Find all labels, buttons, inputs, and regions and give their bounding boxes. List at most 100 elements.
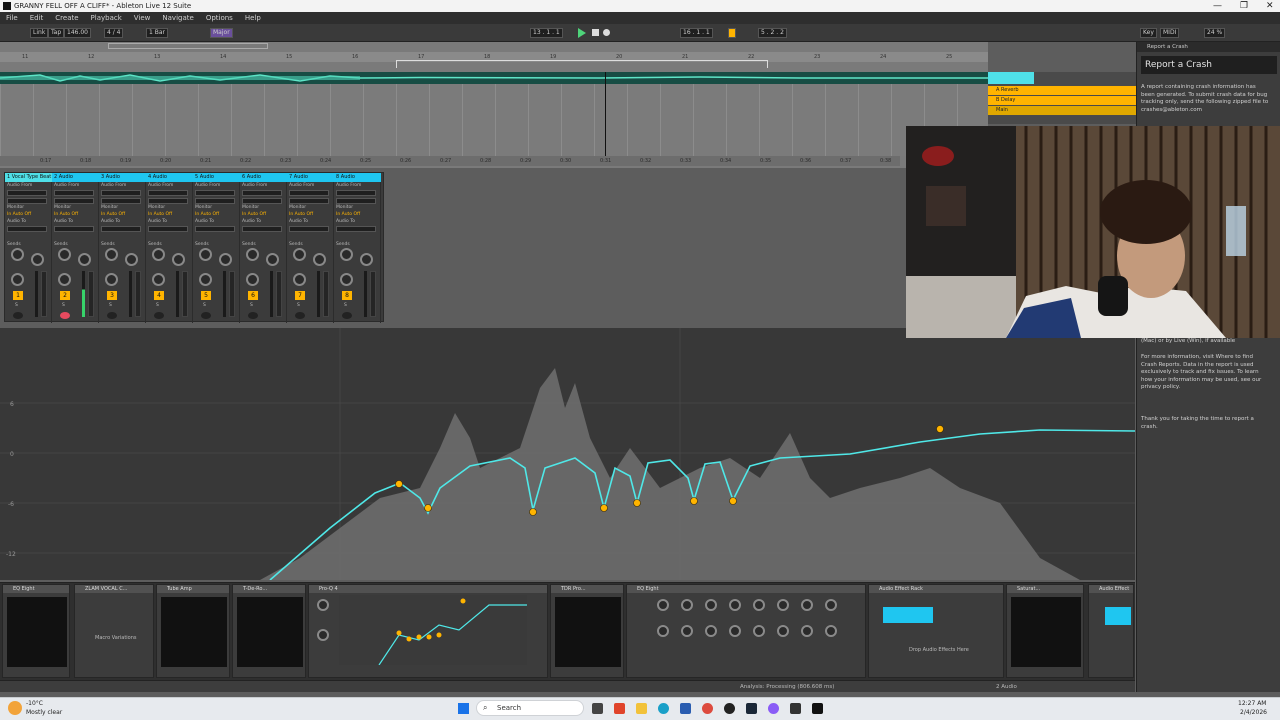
track-activator-button[interactable]: 1 xyxy=(13,291,23,300)
send-a-knob[interactable] xyxy=(293,248,306,261)
volume-fader[interactable] xyxy=(229,271,235,317)
time-ruler[interactable]: 0:17 0:18 0:19 0:20 0:21 0:22 0:23 0:24 … xyxy=(0,156,900,166)
send-a-knob[interactable] xyxy=(105,248,118,261)
send-a-knob[interactable] xyxy=(11,248,24,261)
knob[interactable] xyxy=(801,625,813,637)
loop-toggle-icon[interactable] xyxy=(728,28,736,38)
arrangement-overview[interactable] xyxy=(108,43,268,49)
device-audio-effect[interactable]: Audio Effect xyxy=(1088,584,1134,678)
search-box[interactable]: ⌕ Search xyxy=(476,700,584,716)
menu-edit[interactable]: Edit xyxy=(30,12,44,24)
pan-knob[interactable] xyxy=(152,273,165,286)
eq-band-handle[interactable] xyxy=(424,504,432,512)
pan-knob[interactable] xyxy=(105,273,118,286)
pan-knob[interactable] xyxy=(11,273,24,286)
send-a-knob[interactable] xyxy=(340,248,353,261)
track-activator-button[interactable]: 5 xyxy=(201,291,211,300)
track-name[interactable]: 1 Vocal Type Beat xyxy=(5,173,52,182)
midi-map-button[interactable]: MIDI xyxy=(1160,28,1180,38)
knob[interactable] xyxy=(753,625,765,637)
weather-icon[interactable] xyxy=(8,701,22,715)
edge-icon[interactable] xyxy=(658,703,669,714)
app-icon[interactable] xyxy=(790,703,801,714)
eq-curve-display[interactable]: 6 0 -6 -12 xyxy=(0,328,1135,580)
mixer-strip[interactable]: 1 Vocal Type Beat Audio From Monitor In Aut… xyxy=(5,173,52,323)
audio-to-select[interactable] xyxy=(101,226,141,232)
menu-create[interactable]: Create xyxy=(55,12,78,24)
input-channel-select[interactable] xyxy=(195,198,235,204)
audio-to-select[interactable] xyxy=(148,226,188,232)
pan-knob[interactable] xyxy=(246,273,259,286)
audio-to-select[interactable] xyxy=(336,226,376,232)
input-channel-select[interactable] xyxy=(54,198,94,204)
audio-from-select[interactable] xyxy=(7,190,47,196)
tempo-field[interactable]: 146.00 xyxy=(64,28,91,38)
knob[interactable] xyxy=(777,625,789,637)
monitor-buttons[interactable]: In Auto Off xyxy=(54,212,78,217)
monitor-buttons[interactable]: In Auto Off xyxy=(336,212,360,217)
monitor-buttons[interactable]: In Auto Off xyxy=(101,212,125,217)
selected-track-header[interactable] xyxy=(988,72,1034,84)
play-icon[interactable] xyxy=(578,28,586,38)
input-channel-select[interactable] xyxy=(101,198,141,204)
track-activator-button[interactable]: 4 xyxy=(154,291,164,300)
knob[interactable] xyxy=(729,599,741,611)
time-signature-field[interactable]: 4 / 4 xyxy=(104,28,124,38)
input-channel-select[interactable] xyxy=(148,198,188,204)
track-name[interactable]: 7 Audio xyxy=(287,173,334,182)
audio-from-select[interactable] xyxy=(289,190,329,196)
knob[interactable] xyxy=(317,599,329,611)
track-name[interactable]: 5 Audio xyxy=(193,173,240,182)
scale-key-menu[interactable]: Major xyxy=(210,28,233,38)
song-position-field[interactable]: 13 . 1 . 1 xyxy=(530,28,563,38)
knob[interactable] xyxy=(753,599,765,611)
send-a-knob[interactable] xyxy=(58,248,71,261)
solo-button[interactable]: S xyxy=(203,303,206,308)
volume-fader[interactable] xyxy=(41,271,47,317)
audio-to-select[interactable] xyxy=(289,226,329,232)
solo-button[interactable]: S xyxy=(15,303,18,308)
eq-band-handle[interactable] xyxy=(529,508,537,516)
input-channel-select[interactable] xyxy=(7,198,47,204)
send-b-knob[interactable] xyxy=(219,253,232,266)
file-explorer-icon[interactable] xyxy=(636,703,647,714)
device-t-de-ro[interactable]: T-De-Ro... xyxy=(232,584,306,678)
track-name[interactable]: 2 Audio xyxy=(52,173,99,182)
record-arm-button[interactable] xyxy=(295,312,305,319)
record-arm-button[interactable] xyxy=(248,312,258,319)
windows-start-icon[interactable] xyxy=(458,703,469,714)
device-pro-q[interactable]: Pro-Q 4 xyxy=(308,584,548,678)
pan-knob[interactable] xyxy=(340,273,353,286)
rack-chain-selected[interactable] xyxy=(1105,607,1131,625)
mixer-strip[interactable]: 7 Audio Audio From Monitor In Auto Off Audio… xyxy=(287,173,334,323)
audio-from-select[interactable] xyxy=(336,190,376,196)
audio-to-select[interactable] xyxy=(7,226,47,232)
tap-tempo-button[interactable]: Tap xyxy=(48,28,65,38)
loop-brace[interactable] xyxy=(396,60,768,68)
audio-from-select[interactable] xyxy=(148,190,188,196)
knob[interactable] xyxy=(729,625,741,637)
eq-band-handle[interactable] xyxy=(936,425,944,433)
monitor-buttons[interactable]: In Auto Off xyxy=(242,212,266,217)
track-main[interactable]: Main xyxy=(988,106,1136,115)
menu-navigate[interactable]: Navigate xyxy=(162,12,193,24)
record-arm-button[interactable] xyxy=(107,312,117,319)
knob[interactable] xyxy=(705,625,717,637)
audio-from-select[interactable] xyxy=(195,190,235,196)
send-a-knob[interactable] xyxy=(152,248,165,261)
track-name[interactable]: 6 Audio xyxy=(240,173,287,182)
loop-start-field[interactable]: 16 . 1 . 1 xyxy=(680,28,713,38)
key-map-button[interactable]: Key xyxy=(1140,28,1157,38)
close-button[interactable]: ✕ xyxy=(1266,0,1274,12)
ableton-taskbar-icon[interactable] xyxy=(812,703,823,714)
device-saturator[interactable]: Saturat... xyxy=(1006,584,1084,678)
track-activator-button[interactable]: 8 xyxy=(342,291,352,300)
volume-fader[interactable] xyxy=(182,271,188,317)
monitor-buttons[interactable]: In Auto Off xyxy=(195,212,219,217)
record-icon[interactable] xyxy=(603,29,610,36)
monitor-buttons[interactable]: In Auto Off xyxy=(289,212,313,217)
audio-from-select[interactable] xyxy=(242,190,282,196)
send-b-knob[interactable] xyxy=(78,253,91,266)
mixer-strip[interactable]: 2 Audio Audio From Monitor In Auto Off Audio… xyxy=(52,173,99,323)
track-activator-button[interactable]: 2 xyxy=(60,291,70,300)
